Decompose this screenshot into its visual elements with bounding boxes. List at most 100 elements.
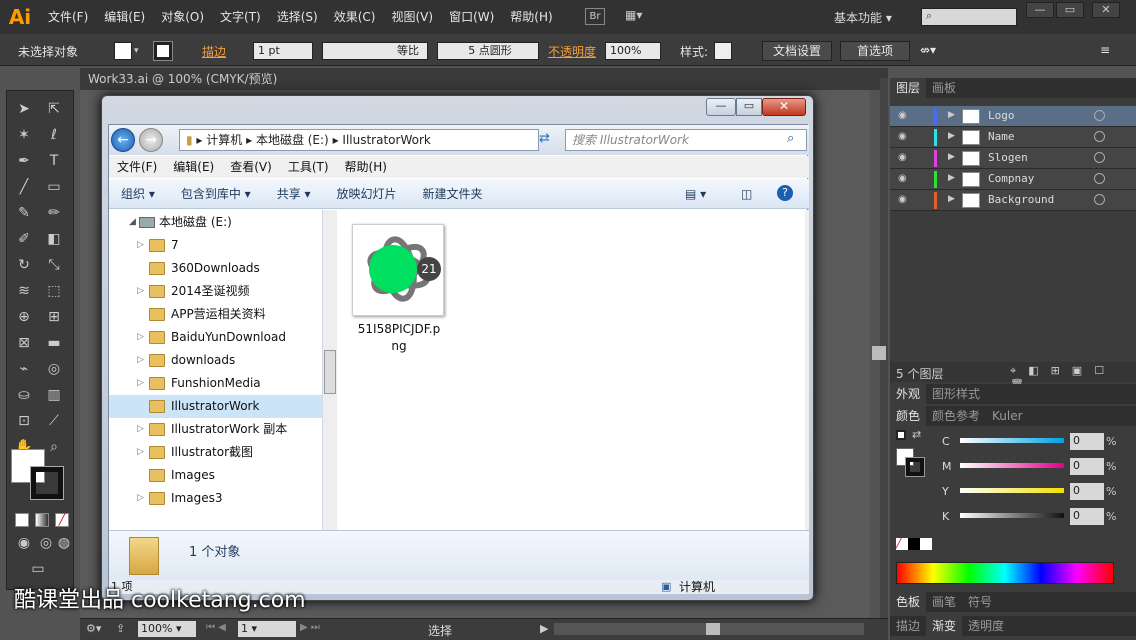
scale-tool-icon[interactable]: ⤡ [41,253,67,277]
rotate-tool-icon[interactable]: ↻ [11,253,37,277]
stroke-color-box[interactable] [30,466,64,500]
menu-window[interactable]: 窗口(W) [441,0,502,34]
tab-color-guide[interactable]: 颜色参考 [926,406,986,426]
opacity-label[interactable]: 不透明度 [548,43,596,60]
gradient-tool-icon[interactable]: ▬ [41,331,67,355]
minimize-icon[interactable]: — [1026,2,1054,18]
tree-item[interactable]: ▷ FunshionMedia [109,372,322,395]
channel-slider[interactable] [960,438,1064,443]
tree-item[interactable]: ▷ BaiduYunDownload [109,326,322,349]
explorer-menu-tools[interactable]: 工具(T) [280,156,337,178]
arrange-icon[interactable]: ⇎▾ [920,43,936,57]
layer-target-icon[interactable] [1094,152,1105,163]
expand-layer-icon[interactable]: ▶ [948,194,955,204]
document-setup-button[interactable]: 文档设置 [762,41,832,61]
expand-layer-icon[interactable]: ▶ [948,131,955,141]
forward-arrow-icon[interactable]: → [139,128,163,152]
fill-dropdown-icon[interactable]: ▾ [134,42,146,60]
bridge-button[interactable]: Br [585,8,605,25]
menu-type[interactable]: 文字(T) [212,0,269,34]
visibility-eye-icon[interactable]: ◉ [898,110,907,121]
eyedropper-tool-icon[interactable]: ⌁ [11,357,37,381]
stroke-label[interactable]: 描边 [202,43,226,60]
expand-layer-icon[interactable]: ▶ [948,173,955,183]
visibility-eye-icon[interactable]: ◉ [898,152,907,163]
paintbrush-tool-icon[interactable]: ✎ [11,201,37,225]
view-options-icon[interactable]: ▤ ▾ [685,187,706,201]
tab-kuler[interactable]: Kuler [986,406,1029,426]
slice-tool-icon[interactable]: ⟋ [41,409,67,433]
canvas-scroll-thumb[interactable] [872,346,886,360]
fill-swatch[interactable] [114,42,132,60]
tree-root[interactable]: ◢ 本地磁盘 (E:) [109,210,322,234]
tab-graphic-styles[interactable]: 图形样式 [926,384,986,404]
panel-menu-icon[interactable]: ≡ [1100,43,1110,57]
tree-item[interactable]: APP营运相关资料 [109,303,322,326]
expand-icon[interactable]: ▷ [137,326,144,349]
expand-icon[interactable]: ▷ [137,372,144,395]
stroke-weight-field[interactable]: 1 pt [253,42,313,60]
tab-swatches[interactable]: 色板 [890,592,927,612]
tab-gradient[interactable]: 渐变 [926,616,963,636]
lasso-tool-icon[interactable]: ℓ [41,123,67,147]
variable-width-profile[interactable]: 等比 [322,42,428,60]
layer-row[interactable]: ◉ ▶ Logo [890,106,1136,127]
gpu-icon[interactable]: ⚙▾ [86,622,101,635]
refresh-icon[interactable]: ⇄ [539,131,559,149]
back-arrow-icon[interactable]: ← [111,128,135,152]
pencil-tool-icon[interactable]: ✏ [41,201,67,225]
expand-icon[interactable]: ▷ [137,441,144,464]
layer-target-icon[interactable] [1094,194,1105,205]
menu-view[interactable]: 视图(V) [383,0,441,34]
graphic-style-swatch[interactable] [714,42,732,60]
tree-item[interactable]: 360Downloads [109,257,322,280]
new-folder-button[interactable]: 新建文件夹 [411,185,497,202]
brush-definition[interactable]: 5 点圆形 [437,42,539,60]
maximize-icon[interactable]: ▭ [1056,2,1084,18]
menu-help[interactable]: 帮助(H) [502,0,560,34]
tree-item[interactable]: ▷ 2014圣诞视频 [109,280,322,303]
explorer-menu-edit[interactable]: 编辑(E) [165,156,222,178]
next-artboard-icon[interactable]: ▶ ⏭ [300,622,320,633]
expand-layer-icon[interactable]: ▶ [948,110,955,120]
file-thumbnail[interactable]: 21 [352,224,444,316]
workspace-switcher[interactable]: 基本功能 ▾ [834,9,892,26]
menu-effect[interactable]: 效果(C) [326,0,384,34]
help-search-input[interactable]: ⌕ [921,8,1017,26]
selection-tool-icon[interactable]: ➤ [11,97,37,121]
tree-item[interactable]: ▷ Images3 [109,487,322,510]
tree-item[interactable]: Images [109,464,322,487]
color-mode-icon[interactable] [15,513,29,527]
symbol-sprayer-tool-icon[interactable]: ⛀ [11,383,37,407]
preview-pane-icon[interactable]: ◫ [741,187,752,201]
breadcrumb[interactable]: ▮ ▸ 计算机 ▸ 本地磁盘 (E:) ▸ IllustratorWork [179,129,539,151]
tree-item[interactable]: ▷ 7 [109,234,322,257]
horizontal-scroll-thumb[interactable] [706,623,720,635]
tab-transparency[interactable]: 透明度 [962,616,1010,636]
none-mode-icon[interactable]: ╱ [55,513,69,527]
magic-wand-tool-icon[interactable]: ✶ [11,123,37,147]
artboard-tool-icon[interactable]: ⊡ [11,409,37,433]
blend-tool-icon[interactable]: ◎ [41,357,67,381]
explorer-menu-help[interactable]: 帮助(H) [337,156,395,178]
close-icon[interactable]: ✕ [1092,2,1120,18]
prev-artboard-icon[interactable]: ⏮ ◀ [206,622,226,633]
expand-icon[interactable]: ▷ [137,487,144,510]
collapse-icon[interactable]: ◢ [129,210,136,234]
stroke-swatch[interactable] [153,41,173,61]
explorer-search-input[interactable]: 搜索 IllustratorWork [565,129,807,151]
draw-inside-icon[interactable]: ◍ [51,531,77,555]
layer-target-icon[interactable] [1094,131,1105,142]
channel-slider[interactable] [960,513,1064,518]
explorer-minimize-icon[interactable]: — [706,98,736,116]
none-swatch[interactable]: ╱ [896,538,908,550]
tab-color[interactable]: 颜色 [890,406,927,426]
color-spectrum[interactable] [896,562,1114,584]
tab-symbols[interactable]: 符号 [962,592,998,612]
explorer-maximize-icon[interactable]: ▭ [736,98,762,116]
free-transform-tool-icon[interactable]: ⬚ [41,279,67,303]
opacity-field[interactable]: 100% [605,42,661,60]
zoom-field[interactable]: 100% ▾ [138,621,196,637]
breadcrumb-computer[interactable]: 计算机 [206,133,242,147]
mesh-tool-icon[interactable]: ⊠ [11,331,37,355]
